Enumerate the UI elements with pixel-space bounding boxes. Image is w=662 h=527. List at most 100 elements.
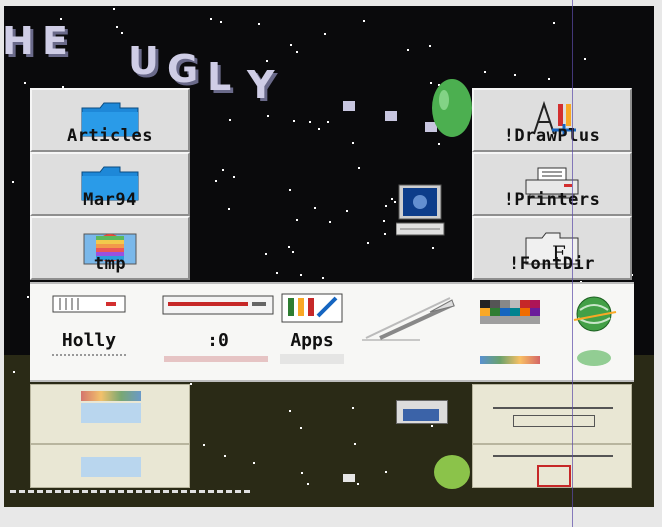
reflected-icon [30,444,190,488]
banner-letter: L [207,55,232,99]
green-egg-icon [432,79,472,137]
star [296,218,299,221]
reflected-icon [472,384,632,444]
iconbar-item-harddisc[interactable]: :0 [158,294,278,374]
reflection [52,354,126,364]
star [318,128,321,131]
star [296,51,299,54]
iconbar-item-holly[interactable]: Holly [44,294,134,374]
desktop-screenshot: H E U G L Y Articles Mar94 tmp !DrawPlus… [0,0,662,527]
star [383,233,386,236]
star [358,166,361,169]
star [301,472,304,475]
star [552,21,555,24]
reflection [280,354,344,364]
iconbar-item-palette[interactable] [478,294,550,374]
icon-label: Mar94 [83,190,137,210]
star [299,273,302,276]
star [265,252,268,255]
iconbar-label: :0 [207,330,229,351]
floppy-drive-icon [52,295,126,313]
star [288,410,291,413]
star [384,471,387,474]
star [12,180,15,183]
star [351,141,354,144]
star [300,426,302,429]
star [288,245,291,248]
star [23,82,26,85]
star [483,71,486,74]
star [309,121,312,124]
star [431,247,434,250]
reflection [513,415,595,427]
star [513,73,516,76]
star [291,251,294,254]
banner-letter: U [128,39,159,83]
star [233,176,236,179]
star [437,142,440,145]
reflected-monitor [396,400,448,424]
star [228,208,231,211]
star [584,58,587,61]
star [366,241,369,244]
star [407,49,410,52]
banner-letter: H [2,19,34,63]
icon-articles[interactable]: Articles [30,88,190,152]
iconbar-item-pen[interactable] [360,294,460,374]
star [13,371,16,374]
scanline [572,0,573,527]
hard-drive-icon [162,295,274,315]
icon-label: !FontDir [509,254,595,274]
icon-label: tmp [93,254,127,274]
star [276,272,279,275]
iconbar-item-globe[interactable] [570,294,620,374]
computer-monitor-icon[interactable] [396,183,446,239]
icon-label: !DrawPlus [503,126,601,146]
photo-border-top [0,0,662,6]
star [120,32,123,35]
star [313,207,316,210]
star [215,179,218,182]
photo-border-bottom [0,507,662,527]
icon-drawplus[interactable]: !DrawPlus [472,88,632,152]
star [382,219,385,222]
star [306,483,309,486]
star [391,197,394,200]
icon-fontdir[interactable]: F !FontDir [472,216,632,280]
palette-icon [480,300,540,324]
star [346,210,348,213]
trail-square [385,111,397,121]
reflection [577,350,611,366]
iconbar-item-apps[interactable]: Apps [274,293,350,374]
reflection [493,455,613,457]
icon-label: !Printers [503,190,601,210]
iconbar-label: Apps [290,330,334,351]
star [228,119,231,122]
reflection [480,356,540,364]
photo-border-right [654,0,662,527]
star [353,442,356,445]
banner-letter: E [42,19,68,63]
icon-printers[interactable]: !Printers [472,152,632,216]
reflection [81,403,141,423]
star [267,115,270,118]
star [113,8,116,11]
star [351,406,354,409]
star [289,189,292,192]
reflected-egg [434,455,470,489]
star [385,205,388,208]
iconbar-label: Holly [61,330,117,351]
reflection [81,457,141,477]
star [327,120,330,123]
star [257,23,260,26]
reflection [493,407,613,409]
reflection [81,391,141,401]
pen-writing-icon [362,297,455,341]
star [324,32,327,35]
reflected-icon [30,384,190,444]
star [209,18,212,21]
star [221,169,224,172]
icon-tmp[interactable]: tmp [30,216,190,280]
star [321,277,324,280]
icon-mar94[interactable]: Mar94 [30,152,190,216]
